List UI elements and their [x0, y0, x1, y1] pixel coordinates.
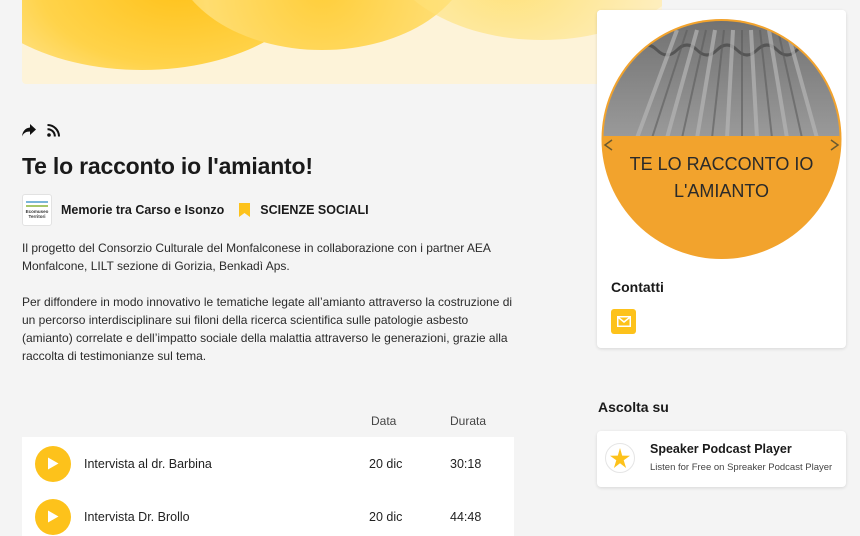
play-icon: [48, 457, 59, 470]
player-description: Listen for Free on Spreaker Podcast Play…: [650, 462, 833, 473]
action-bar: [22, 124, 60, 137]
episode-duration: 44:48: [450, 509, 482, 524]
category-link[interactable]: SCIENZE SOCIALI: [260, 203, 368, 217]
play-icon: [48, 510, 59, 523]
mail-icon: [616, 316, 631, 327]
episode-row[interactable]: Intervista al dr. Barbina 20 dic 30:18: [22, 437, 514, 490]
email-button[interactable]: [611, 309, 636, 334]
rss-icon[interactable]: [47, 124, 60, 137]
description-paragraph: Per diffondere in modo innovativo le tem…: [22, 295, 513, 363]
podcast-cover: TE LO RACCONTO IO L'AMIANTO: [597, 10, 846, 268]
play-button[interactable]: [35, 445, 71, 482]
episode-duration: 30:18: [450, 456, 482, 471]
podcast-meta: Ecomuseo Territori Memorie tra Carso e I…: [22, 194, 369, 226]
episode-list: Intervista al dr. Barbina 20 dic 30:18 I…: [22, 437, 514, 536]
episode-date: 20 dic: [369, 509, 403, 524]
author-logo[interactable]: Ecomuseo Territori: [22, 194, 52, 226]
spreaker-player-link[interactable]: Speaker Podcast Player Listen for Free o…: [597, 431, 846, 487]
listen-on-title: Ascolta su: [598, 399, 669, 415]
share-icon[interactable]: [22, 124, 36, 137]
contacts-title: Contatti: [611, 279, 664, 295]
spreaker-logo-icon: [605, 443, 635, 473]
episode-date: 20 dic: [369, 456, 403, 471]
podcast-info-card: TE LO RACCONTO IO L'AMIANTO Contatti: [597, 10, 846, 348]
description-paragraph: Il progetto del Consorzio Culturale del …: [22, 241, 491, 273]
bookmark-icon: [239, 203, 251, 217]
podcast-description: Il progetto del Consorzio Culturale del …: [22, 239, 522, 365]
play-button[interactable]: [35, 498, 71, 535]
cover-title-line2: L'AMIANTO: [674, 181, 769, 201]
column-header-date: Data: [371, 414, 397, 428]
hero-banner: [22, 0, 662, 84]
cover-title-line1: TE LO RACCONTO IO: [630, 154, 814, 174]
column-header-duration: Durata: [450, 414, 487, 428]
player-name: Speaker Podcast Player: [650, 442, 792, 456]
episode-row[interactable]: Intervista Dr. Brollo 20 dic 44:48: [22, 490, 514, 536]
podcast-title: Te lo racconto io l'amianto!: [22, 153, 313, 179]
episode-title[interactable]: Intervista al dr. Barbina: [84, 457, 212, 471]
author-link[interactable]: Memorie tra Carso e Isonzo: [61, 203, 224, 217]
episode-title[interactable]: Intervista Dr. Brollo: [84, 510, 190, 524]
